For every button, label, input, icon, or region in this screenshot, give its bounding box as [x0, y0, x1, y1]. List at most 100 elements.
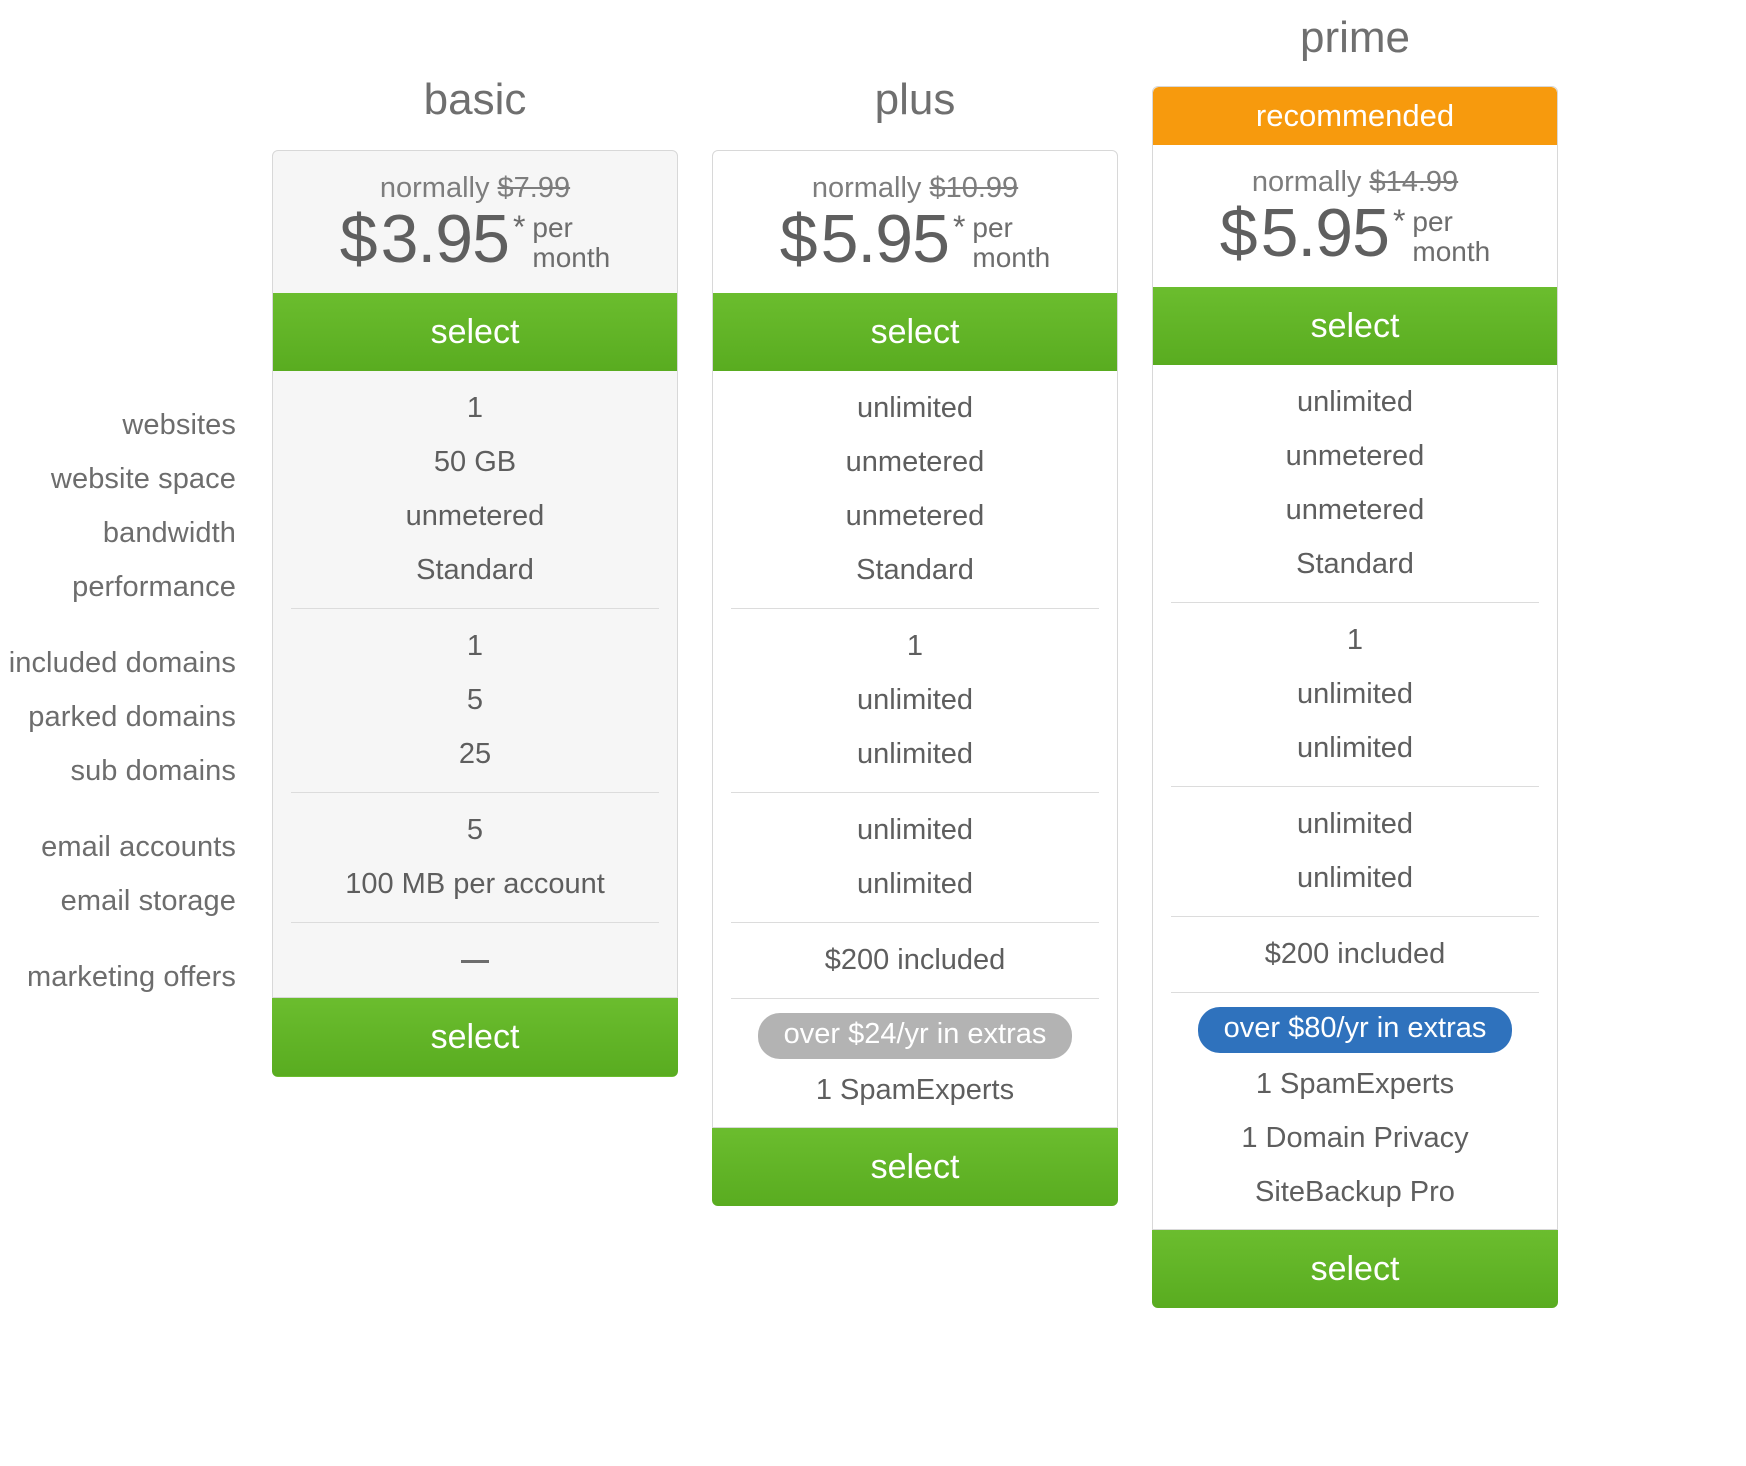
- value-prime-parked-domains: unlimited: [1296, 678, 1414, 711]
- value-basic-marketing-offers: [273, 933, 677, 987]
- feature-values-plus: unlimited unmetered unmetered Standard 1…: [713, 371, 1117, 1127]
- value-prime-marketing-offers: $200 included: [1264, 938, 1446, 971]
- value-plus-email-accounts: unlimited: [856, 814, 974, 847]
- plan-title-basic: basic: [423, 75, 527, 124]
- value-plus-email-storage: unlimited: [856, 868, 974, 901]
- price-value: 3.95: [380, 200, 510, 277]
- currency-symbol: $: [1219, 194, 1258, 271]
- value-basic-websites: 1: [466, 392, 484, 425]
- label-gap: [0, 798, 262, 820]
- extra-item-prime-1: 1 Domain Privacy: [1241, 1122, 1469, 1155]
- value-prime-email-accounts: unlimited: [1296, 808, 1414, 841]
- feature-divider: [731, 792, 1099, 794]
- feature-divider: [731, 922, 1099, 924]
- value-plus-parked-domains: unlimited: [856, 684, 974, 717]
- value-plus-performance: Standard: [856, 554, 974, 587]
- feature-divider: [731, 608, 1099, 610]
- select-button-plus-bottom[interactable]: select: [712, 1128, 1118, 1207]
- value-prime-email-storage: unlimited: [1296, 862, 1414, 895]
- per-line-1: per: [1412, 205, 1453, 237]
- per-line-1: per: [532, 211, 573, 243]
- value-plus-websites: unlimited: [856, 392, 974, 425]
- feature-label-bandwidth: bandwidth: [102, 517, 236, 549]
- per-line-2: month: [972, 242, 1051, 274]
- value-prime-website-space: unmetered: [1285, 440, 1425, 473]
- extras-badge-prime: over $80/yr in extras: [1197, 1007, 1513, 1054]
- feature-label-sub-domains: sub domains: [70, 755, 236, 787]
- value-basic-email-storage: 100 MB per account: [345, 868, 605, 901]
- recommended-ribbon: recommended: [1153, 87, 1557, 145]
- select-button-basic-bottom[interactable]: select: [272, 998, 678, 1078]
- extra-item-prime-0: 1 SpamExperts: [1255, 1068, 1455, 1101]
- price-value: 5.95: [820, 200, 950, 277]
- value-plus-bandwidth: unmetered: [845, 500, 985, 533]
- price-period-plus: per month: [972, 207, 1050, 273]
- feature-label-email-storage: email storage: [60, 885, 236, 917]
- select-button-prime-bottom[interactable]: select: [1152, 1230, 1558, 1309]
- feature-label-marketing-offers: marketing offers: [27, 961, 236, 993]
- feature-divider: [291, 922, 659, 924]
- feature-divider: [1171, 786, 1539, 788]
- feature-label-included-domains: included domains: [8, 647, 236, 679]
- price-line-basic: $3.95 * per month: [273, 205, 677, 273]
- feature-divider: [731, 998, 1099, 1000]
- value-prime-sub-domains: unlimited: [1296, 732, 1414, 765]
- plan-column-basic: basic normally $7.99 $3.95 * per month se…: [272, 0, 678, 1078]
- price-asterisk-prime: *: [1392, 202, 1406, 239]
- per-line-1: per: [972, 211, 1013, 243]
- normally-amount: $7.99: [497, 172, 571, 204]
- value-basic-parked-domains: 5: [466, 684, 484, 717]
- label-gap: [0, 928, 262, 950]
- select-button-basic-top[interactable]: select: [273, 293, 677, 372]
- value-prime-included-domains: 1: [1346, 624, 1364, 657]
- feature-divider: [1171, 992, 1539, 994]
- price-asterisk-basic: *: [512, 208, 526, 245]
- value-basic-email-accounts: 5: [466, 814, 484, 847]
- per-line-2: month: [532, 242, 611, 274]
- currency-symbol: $: [779, 200, 818, 277]
- feature-divider: [1171, 916, 1539, 918]
- price-line-plus: $5.95 * per month: [713, 205, 1117, 273]
- price-amount-basic: $3.95: [340, 205, 510, 273]
- feature-divider: [1171, 602, 1539, 604]
- value-prime-websites: unlimited: [1296, 386, 1414, 419]
- feature-label-parked-domains: parked domains: [28, 701, 236, 733]
- plan-card-basic: normally $7.99 $3.95 * per month select 1…: [272, 150, 678, 999]
- dash-icon: [461, 960, 489, 964]
- value-plus-included-domains: 1: [906, 630, 924, 663]
- label-gap: [0, 614, 262, 636]
- per-line-2: month: [1412, 236, 1491, 268]
- value-prime-performance: Standard: [1296, 548, 1414, 581]
- value-plus-sub-domains: unlimited: [856, 738, 974, 771]
- value-plus-website-space: unmetered: [845, 446, 985, 479]
- price-box-prime: normally $14.99 $5.95 * per month: [1153, 145, 1557, 287]
- select-button-plus-top[interactable]: select: [713, 293, 1117, 372]
- normally-prefix: normally: [379, 172, 490, 204]
- price-amount-plus: $5.95: [780, 205, 950, 273]
- extras-pill-row-prime: over $80/yr in extras: [1153, 1003, 1557, 1057]
- price-box-basic: normally $7.99 $3.95 * per month: [273, 151, 677, 293]
- value-basic-performance: Standard: [416, 554, 534, 587]
- pricing-table: websites website space bandwidth perform…: [0, 0, 1746, 1466]
- price-period-basic: per month: [532, 207, 610, 273]
- feature-divider: [291, 608, 659, 610]
- select-button-prime-top[interactable]: select: [1153, 287, 1557, 366]
- value-prime-bandwidth: unmetered: [1285, 494, 1425, 527]
- extras-badge-plus: over $24/yr in extras: [757, 1013, 1073, 1060]
- value-plus-marketing-offers: $200 included: [824, 944, 1006, 977]
- plan-card-prime: recommended normally $14.99 $5.95 * per m…: [1152, 86, 1558, 1231]
- extra-item-plus-0: 1 SpamExperts: [815, 1074, 1015, 1107]
- extra-item-prime-2: SiteBackup Pro: [1255, 1176, 1455, 1209]
- currency-symbol: $: [339, 200, 378, 277]
- value-basic-website-space: 50 GB: [433, 446, 517, 479]
- value-basic-included-domains: 1: [466, 630, 484, 663]
- feature-label-website-space: website space: [50, 463, 236, 495]
- plan-title-plus: plus: [874, 75, 956, 124]
- price-box-plus: normally $10.99 $5.95 * per month: [713, 151, 1117, 293]
